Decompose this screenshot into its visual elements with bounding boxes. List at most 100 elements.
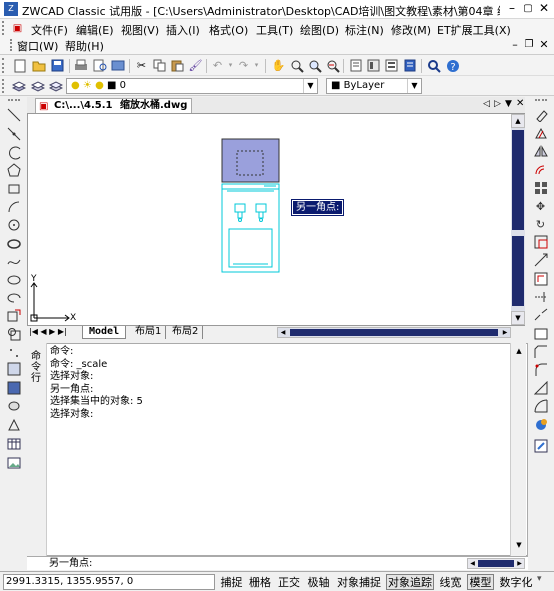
toolbar-grip[interactable] xyxy=(8,99,20,101)
revision-cloud-icon[interactable] xyxy=(6,237,21,252)
arc-icon[interactable] xyxy=(6,200,21,215)
new-file-icon[interactable] xyxy=(12,58,27,73)
save-icon[interactable] xyxy=(50,58,65,73)
grid-toggle[interactable]: 栅格 xyxy=(247,574,273,590)
erase-icon[interactable] xyxy=(533,108,548,123)
explode-icon[interactable] xyxy=(533,380,548,396)
design-center-icon[interactable] xyxy=(366,58,381,73)
help-icon[interactable]: ? xyxy=(445,58,460,73)
zoom-previous-icon[interactable] xyxy=(325,58,340,73)
model-toggle[interactable]: 模型 xyxy=(467,574,494,590)
command-input-line[interactable]: 另一角点: ◀ ▶ xyxy=(27,556,528,570)
draw-order-icon[interactable] xyxy=(533,418,548,433)
gradient-icon[interactable] xyxy=(6,381,21,396)
circle-icon[interactable] xyxy=(6,218,21,233)
trim-icon[interactable] xyxy=(533,272,548,287)
toolbar-grip[interactable] xyxy=(535,99,547,101)
polyline-icon[interactable] xyxy=(6,146,21,161)
wipeout-icon[interactable] xyxy=(6,418,21,433)
break-icon[interactable] xyxy=(533,308,548,323)
toolbar-grip[interactable] xyxy=(2,21,5,35)
layer-previous-icon[interactable] xyxy=(48,78,63,93)
menu-help[interactable]: 帮助(H) xyxy=(65,38,104,54)
image-icon[interactable] xyxy=(6,456,21,471)
point-icon[interactable] xyxy=(6,346,21,361)
scroll-right-icon[interactable]: ▶ xyxy=(515,559,524,568)
mirror-icon[interactable] xyxy=(533,144,548,159)
ellipse-arc-icon[interactable] xyxy=(6,291,21,306)
scroll-thumb[interactable] xyxy=(512,130,524,230)
scroll-left-icon[interactable]: ◀ xyxy=(468,559,477,568)
drawing-canvas[interactable]: 另一角点: Y X xyxy=(27,114,511,325)
scroll-up-icon[interactable]: ▲ xyxy=(511,114,525,128)
scroll-right-icon[interactable]: ▶ xyxy=(500,328,510,337)
first-layout-icon[interactable]: |◀ xyxy=(29,327,38,336)
horizontal-scrollbar[interactable]: ◀ ▶ xyxy=(277,327,511,338)
next-layout-icon[interactable]: ▶ xyxy=(49,327,55,336)
redo-dropdown-icon[interactable]: ▾ xyxy=(249,58,264,73)
command-scrollbar[interactable]: ▲ ▼ xyxy=(510,343,526,556)
minimize-icon[interactable]: – xyxy=(505,2,519,16)
tab-scroll-left-icon[interactable]: ◁ xyxy=(483,99,490,109)
lineweight-toggle[interactable]: 线宽 xyxy=(437,574,464,590)
construction-line-icon[interactable] xyxy=(6,127,21,142)
make-block-icon[interactable] xyxy=(6,327,21,342)
match-properties-icon[interactable]: 🖌 xyxy=(188,58,203,73)
pan-icon[interactable]: ✋ xyxy=(271,58,286,73)
doc-close-icon[interactable]: ✕ xyxy=(537,38,551,52)
doc-minimize-icon[interactable]: – xyxy=(508,38,522,52)
coordinate-display[interactable]: 2991.3315, 1355.9557, 0 xyxy=(3,574,215,590)
paste-icon[interactable] xyxy=(170,58,185,73)
tab-list-icon[interactable]: ▼ xyxy=(505,99,512,109)
zoom-window-icon[interactable] xyxy=(307,58,322,73)
rectangle-icon[interactable] xyxy=(6,182,21,197)
array-icon[interactable] xyxy=(533,181,548,196)
cut-icon[interactable]: ✂ xyxy=(134,58,149,73)
scroll-track-lower[interactable] xyxy=(512,236,524,306)
edit-properties-icon[interactable] xyxy=(533,439,548,454)
hscroll-thumb[interactable] xyxy=(290,329,498,336)
tab-close-icon[interactable]: ✕ xyxy=(516,98,524,109)
stretch-icon[interactable] xyxy=(533,253,548,268)
polar-toggle[interactable]: 极轴 xyxy=(305,574,332,590)
menu-draw[interactable]: 绘图(D) xyxy=(300,22,339,38)
doc-restore-icon[interactable]: ❐ xyxy=(522,38,536,52)
tab-layout2[interactable]: 布局2 xyxy=(168,326,204,339)
ellipse-icon[interactable] xyxy=(6,273,21,288)
spline-icon[interactable] xyxy=(6,255,21,270)
cad-app-icon[interactable]: Z xyxy=(4,2,18,16)
close-icon[interactable]: ✕ xyxy=(537,2,551,16)
tab-model[interactable]: Model xyxy=(82,326,127,339)
digitize-toggle[interactable]: 数字化 xyxy=(497,574,535,590)
print-icon[interactable] xyxy=(73,58,88,73)
polygon-icon[interactable] xyxy=(6,163,21,178)
tab-layout1[interactable]: 布局1 xyxy=(131,326,167,339)
menu-format[interactable]: 格式(O) xyxy=(209,22,248,38)
osnap-toggle[interactable]: 对象捕捉 xyxy=(335,574,383,590)
scroll-down-icon[interactable]: ▼ xyxy=(511,311,525,325)
print-preview-icon[interactable] xyxy=(92,58,107,73)
join-icon[interactable] xyxy=(533,327,548,342)
region-icon[interactable] xyxy=(6,399,21,414)
layer-state-icon[interactable] xyxy=(30,78,45,93)
last-layout-icon[interactable]: ▶| xyxy=(58,327,67,336)
scroll-up-icon[interactable]: ▲ xyxy=(513,345,525,357)
maximize-icon[interactable]: ▢ xyxy=(521,2,535,16)
move-icon[interactable]: ✥ xyxy=(533,199,548,214)
menu-et-tools[interactable]: ET扩展工具(X) xyxy=(437,22,511,38)
table-icon[interactable] xyxy=(6,437,21,452)
tab-scroll-right-icon[interactable]: ▷ xyxy=(494,99,501,109)
tool-palettes-icon[interactable] xyxy=(384,58,399,73)
document-icon[interactable]: ▣ xyxy=(10,21,25,36)
insert-block-icon[interactable] xyxy=(6,309,21,324)
ortho-toggle[interactable]: 正交 xyxy=(276,574,302,590)
chamfer-icon[interactable] xyxy=(533,345,548,360)
line-icon[interactable] xyxy=(6,108,21,123)
menu-tools[interactable]: 工具(T) xyxy=(256,22,293,38)
extend-icon[interactable] xyxy=(533,290,548,305)
menu-insert[interactable]: 插入(I) xyxy=(166,22,200,38)
toolbar-grip[interactable] xyxy=(10,39,13,51)
toolbar-grip[interactable] xyxy=(2,79,5,93)
document-tab[interactable]: ▣ C:\...\4.5.1 缩放水桶.dwg xyxy=(35,98,193,113)
zoom-realtime-icon[interactable] xyxy=(289,58,304,73)
